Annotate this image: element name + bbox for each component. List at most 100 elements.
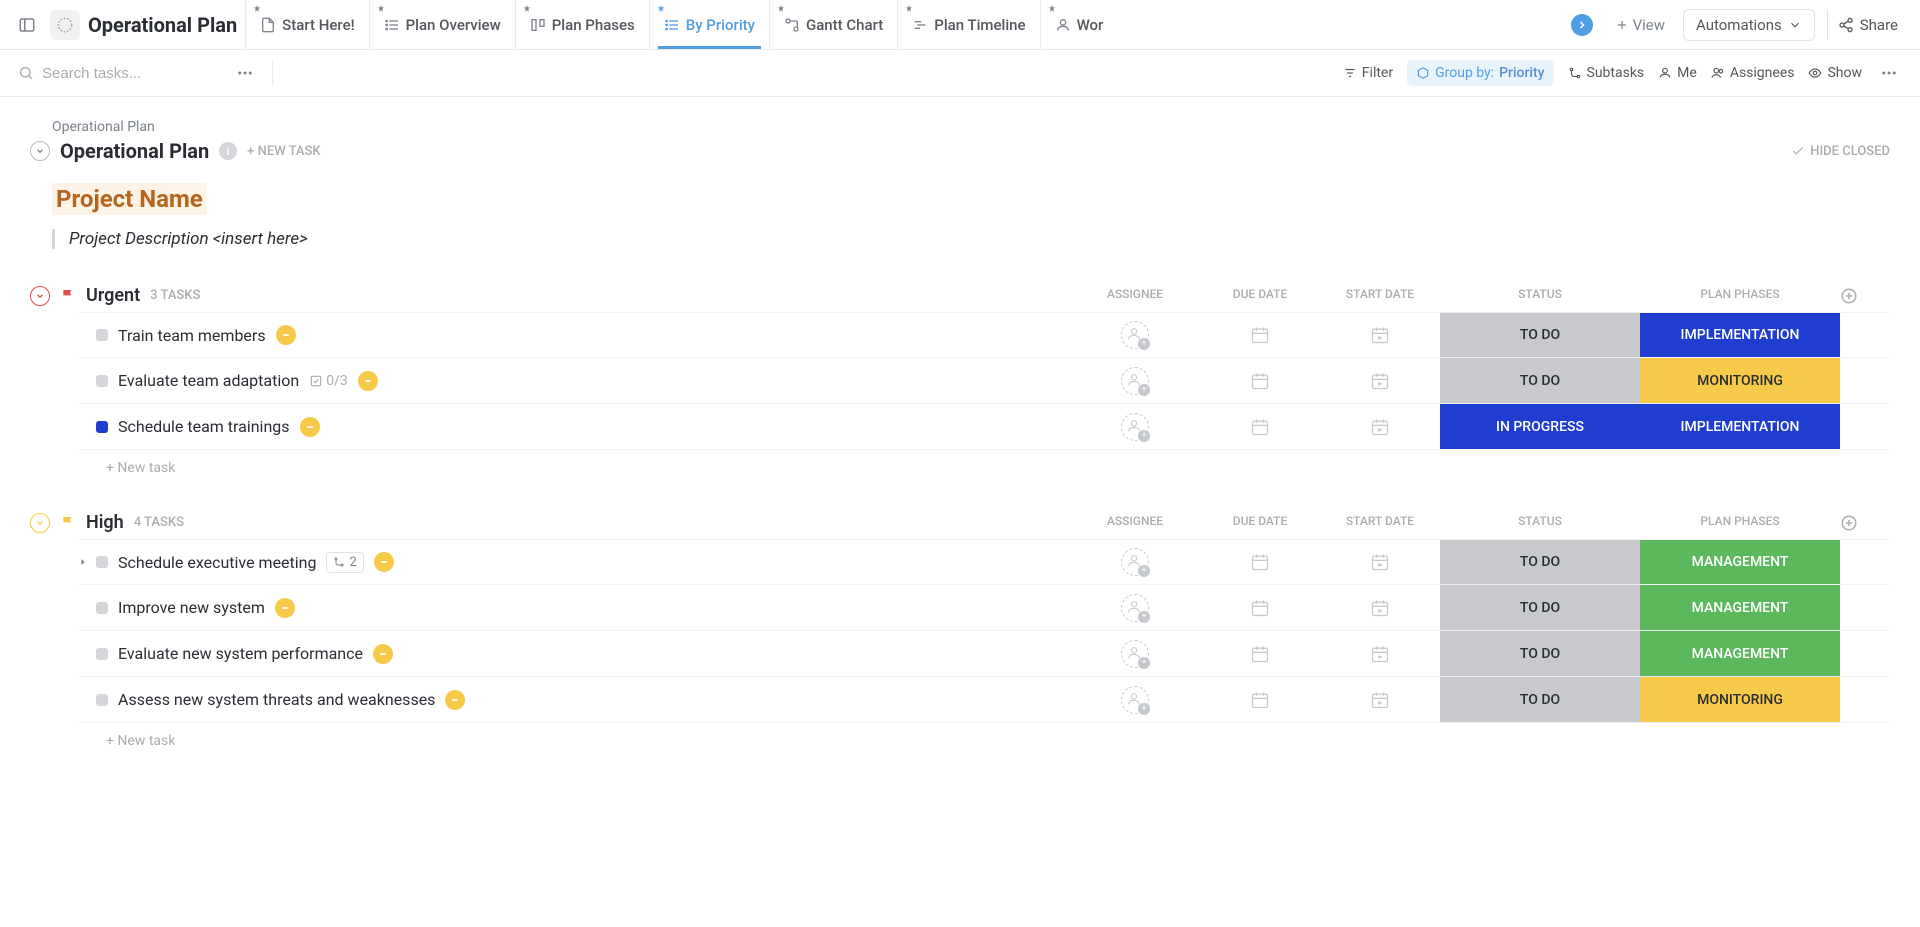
due-date-cell[interactable] — [1200, 631, 1320, 676]
phase-cell[interactable]: MANAGEMENT — [1640, 540, 1840, 584]
start-date-cell[interactable] — [1320, 631, 1440, 676]
assignee-placeholder[interactable] — [1121, 686, 1149, 714]
priority-pill[interactable] — [445, 690, 465, 710]
task-name[interactable]: Evaluate team adaptation — [118, 371, 299, 390]
task-row[interactable]: Schedule executive meeting2TO DOMANAGEME… — [78, 539, 1890, 585]
tab-by-priority[interactable]: By Priority — [649, 0, 769, 49]
priority-pill[interactable] — [275, 598, 295, 618]
add-column-button[interactable] — [1840, 514, 1890, 532]
scroll-tabs-right-button[interactable] — [1571, 14, 1593, 36]
start-date-cell[interactable] — [1320, 358, 1440, 403]
assignees-button[interactable]: Assignees — [1711, 65, 1795, 81]
search-more-button[interactable] — [232, 60, 258, 86]
status-cell[interactable]: IN PROGRESS — [1440, 404, 1640, 449]
project-description[interactable]: Project Description <insert here> — [52, 229, 1890, 249]
phase-cell[interactable]: IMPLEMENTATION — [1640, 313, 1840, 357]
tab-workload[interactable]: Wor — [1040, 0, 1106, 49]
add-view-button[interactable]: View — [1605, 10, 1675, 40]
start-date-cell[interactable] — [1320, 585, 1440, 630]
assignee-placeholder[interactable] — [1121, 367, 1149, 395]
task-row[interactable]: Assess new system threats and weaknesses… — [78, 677, 1890, 723]
show-button[interactable]: Show — [1808, 65, 1862, 81]
assignee-placeholder[interactable] — [1121, 640, 1149, 668]
assignee-cell[interactable] — [1070, 404, 1200, 449]
assignee-cell[interactable] — [1070, 313, 1200, 357]
task-status-square[interactable] — [96, 329, 108, 341]
phase-cell[interactable]: MONITORING — [1640, 358, 1840, 403]
add-column-button[interactable] — [1840, 287, 1890, 305]
tab-plan-phases[interactable]: Plan Phases — [515, 0, 649, 49]
status-cell[interactable]: TO DO — [1440, 631, 1640, 676]
tab-plan-timeline[interactable]: Plan Timeline — [897, 0, 1039, 49]
assignee-placeholder[interactable] — [1121, 594, 1149, 622]
task-status-square[interactable] — [96, 375, 108, 387]
toolbar-more-button[interactable] — [1876, 60, 1902, 86]
assignee-cell[interactable] — [1070, 358, 1200, 403]
start-date-cell[interactable] — [1320, 540, 1440, 584]
hide-closed-button[interactable]: HIDE CLOSED — [1791, 144, 1890, 159]
due-date-cell[interactable] — [1200, 677, 1320, 722]
phase-cell[interactable]: IMPLEMENTATION — [1640, 404, 1840, 449]
task-row[interactable]: Evaluate team adaptation0/3TO DOMONITORI… — [78, 358, 1890, 404]
status-cell[interactable]: TO DO — [1440, 313, 1640, 357]
priority-pill[interactable] — [374, 552, 394, 572]
expand-caret[interactable] — [78, 557, 92, 567]
assignee-cell[interactable] — [1070, 585, 1200, 630]
flag-icon[interactable] — [60, 515, 76, 531]
phase-cell[interactable]: MONITORING — [1640, 677, 1840, 722]
task-status-square[interactable] — [96, 602, 108, 614]
me-button[interactable]: Me — [1658, 65, 1697, 81]
new-task-row[interactable]: + New task — [78, 450, 1890, 478]
due-date-cell[interactable] — [1200, 585, 1320, 630]
project-name[interactable]: Project Name — [52, 183, 207, 215]
checklist-badge[interactable]: 0/3 — [309, 373, 348, 389]
priority-pill[interactable] — [358, 371, 378, 391]
task-status-square[interactable] — [96, 556, 108, 568]
task-name[interactable]: Assess new system threats and weaknesses — [118, 690, 435, 709]
tab-plan-overview[interactable]: Plan Overview — [369, 0, 515, 49]
status-cell[interactable]: TO DO — [1440, 677, 1640, 722]
assignee-cell[interactable] — [1070, 631, 1200, 676]
new-task-button[interactable]: + NEW TASK — [247, 144, 320, 159]
task-row[interactable]: Improve new systemTO DOMANAGEMENT — [78, 585, 1890, 631]
task-name[interactable]: Train team members — [118, 326, 266, 345]
filter-button[interactable]: Filter — [1343, 65, 1393, 81]
task-status-square[interactable] — [96, 648, 108, 660]
due-date-cell[interactable] — [1200, 358, 1320, 403]
due-date-cell[interactable] — [1200, 404, 1320, 449]
automations-button[interactable]: Automations — [1683, 9, 1815, 41]
breadcrumb[interactable]: Operational Plan — [52, 119, 1890, 135]
task-row[interactable]: Evaluate new system performance TO DOMANA… — [78, 631, 1890, 677]
task-name[interactable]: Evaluate new system performance — [118, 644, 363, 663]
task-name[interactable]: Schedule executive meeting — [118, 553, 316, 572]
assignee-placeholder[interactable] — [1121, 321, 1149, 349]
task-status-square[interactable] — [96, 694, 108, 706]
priority-pill[interactable] — [276, 325, 296, 345]
phase-cell[interactable]: MANAGEMENT — [1640, 631, 1840, 676]
task-row[interactable]: Schedule team trainings IN PROGRESSIMPLEM… — [78, 404, 1890, 450]
share-button[interactable]: Share — [1827, 10, 1908, 40]
task-name[interactable]: Schedule team trainings — [118, 417, 290, 436]
search-input[interactable] — [42, 65, 222, 82]
status-cell[interactable]: TO DO — [1440, 585, 1640, 630]
group-collapse-button[interactable] — [30, 513, 50, 533]
assignee-cell[interactable] — [1070, 540, 1200, 584]
task-status-square[interactable] — [96, 421, 108, 433]
subtasks-button[interactable]: Subtasks — [1568, 65, 1645, 81]
phase-cell[interactable]: MANAGEMENT — [1640, 585, 1840, 630]
new-task-row[interactable]: + New task — [78, 723, 1890, 751]
start-date-cell[interactable] — [1320, 404, 1440, 449]
tab-gantt-chart[interactable]: Gantt Chart — [769, 0, 897, 49]
group-by-button[interactable]: Group by: Priority — [1407, 60, 1553, 86]
assignee-placeholder[interactable] — [1121, 413, 1149, 441]
due-date-cell[interactable] — [1200, 540, 1320, 584]
start-date-cell[interactable] — [1320, 677, 1440, 722]
status-cell[interactable]: TO DO — [1440, 540, 1640, 584]
task-row[interactable]: Train team members TO DOIMPLEMENTATION — [78, 312, 1890, 358]
assignee-placeholder[interactable] — [1121, 548, 1149, 576]
start-date-cell[interactable] — [1320, 313, 1440, 357]
tab-start-here[interactable]: Start Here! — [245, 0, 368, 49]
assignee-cell[interactable] — [1070, 677, 1200, 722]
collapse-all-button[interactable] — [30, 141, 50, 161]
due-date-cell[interactable] — [1200, 313, 1320, 357]
